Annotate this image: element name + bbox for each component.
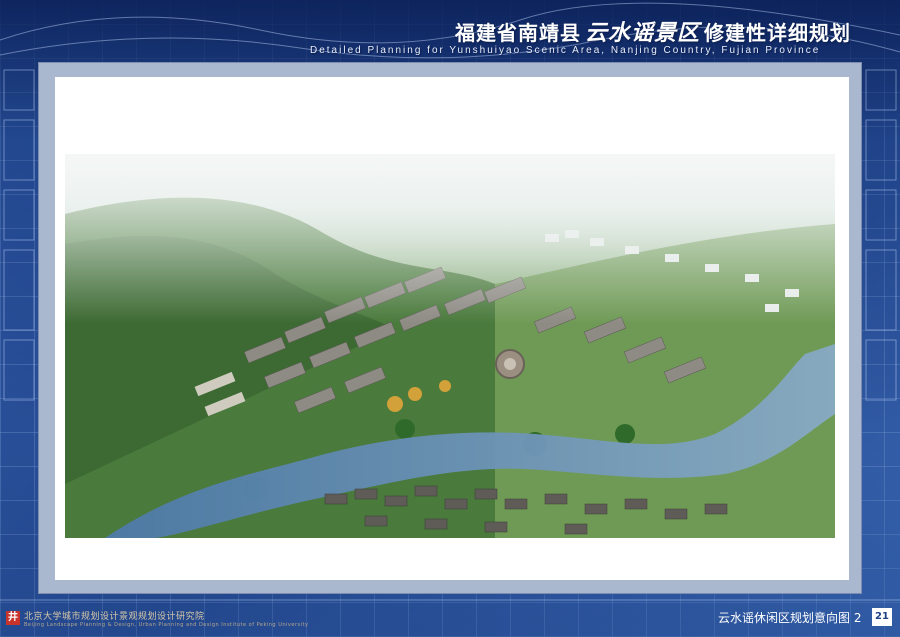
aerial-rendering	[65, 154, 835, 538]
institute-logo-icon: 井	[6, 611, 20, 625]
footer-organization: 北京大学城市规划设计景观规划设计研究院	[24, 612, 205, 622]
page-title: 福建省南靖县 云水谣景区 修建性详细规划	[455, 15, 851, 47]
footer-organization-en: Beijing Landscape Planning & Design, Urb…	[24, 622, 309, 628]
page-subtitle: Detailed Planning for Yunshuiyao Scenic …	[310, 45, 821, 56]
title-brand: 云水谣景区	[585, 20, 701, 46]
title-suffix: 修建性详细规划	[704, 21, 852, 45]
aerial-rendering-illustration	[65, 154, 835, 538]
figure-caption: 云水谣休闲区规划意向图 2	[718, 611, 862, 625]
page-number: 21	[872, 608, 892, 626]
title-prefix: 福建省南靖县	[455, 21, 581, 45]
